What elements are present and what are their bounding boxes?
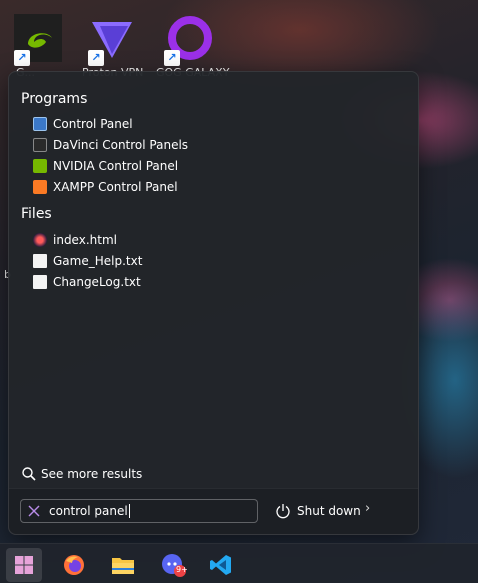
search-icon [22, 467, 36, 481]
search-input[interactable]: control panel [20, 499, 258, 523]
firefox-icon [64, 555, 84, 575]
start-button[interactable] [6, 548, 42, 582]
folder-icon [112, 558, 134, 574]
result-nvidia-control-panel[interactable]: NVIDIA Control Panel [33, 156, 178, 176]
file-explorer-button[interactable] [105, 548, 141, 582]
text-caret [128, 504, 130, 518]
result-label: Game_Help.txt [53, 254, 143, 268]
xampp-icon [33, 180, 47, 194]
control-panel-icon [33, 117, 47, 131]
html-file-icon [33, 233, 47, 247]
vscode-icon [210, 555, 231, 575]
davinci-icon [33, 138, 47, 152]
shutdown-button[interactable]: Shut down [275, 499, 361, 523]
result-label: DaVinci Control Panels [53, 138, 189, 152]
start-menu-search-results: Programs Control Panel DaVinci Control P… [8, 71, 419, 535]
notification-badge: 9+ [176, 565, 188, 574]
result-label: NVIDIA Control Panel [53, 159, 179, 173]
text-file-icon [33, 275, 47, 289]
shortcut-arrow-icon: ↗ [164, 50, 180, 66]
proton-vpn-icon[interactable]: ↗ [88, 14, 136, 66]
see-more-label: See more results [41, 467, 143, 481]
result-control-panel[interactable]: Control Panel [33, 114, 133, 134]
text-file-icon [33, 254, 47, 268]
result-index-html[interactable]: index.html [33, 230, 117, 250]
shutdown-label: Shut down [297, 504, 361, 518]
discord-button[interactable]: 9+ [155, 548, 191, 582]
nvidia-geforce-icon[interactable]: ↗ [14, 14, 62, 66]
programs-heading: Programs [21, 91, 88, 107]
shortcut-arrow-icon: ↗ [14, 50, 30, 66]
firefox-button[interactable] [56, 548, 92, 582]
result-label: ChangeLog.txt [53, 275, 141, 289]
windows-icon [15, 556, 33, 574]
start-menu-footer: control panel Shut down › [9, 488, 418, 534]
result-changelog-txt[interactable]: ChangeLog.txt [33, 272, 141, 292]
result-xampp-control-panel[interactable]: XAMPP Control Panel [33, 177, 178, 197]
power-icon [276, 504, 290, 519]
files-heading: Files [21, 206, 52, 222]
clear-search-icon[interactable] [27, 504, 41, 518]
see-more-results-link[interactable]: See more results [21, 466, 142, 482]
search-value: control panel [49, 504, 128, 518]
result-game-help-txt[interactable]: Game_Help.txt [33, 251, 142, 271]
result-davinci-control-panels[interactable]: DaVinci Control Panels [33, 135, 188, 155]
result-label: XAMPP Control Panel [53, 180, 178, 194]
result-label: index.html [53, 233, 117, 247]
nvidia-icon [33, 159, 47, 173]
taskbar: 9+ [0, 543, 478, 583]
shortcut-arrow-icon: ↗ [88, 50, 104, 66]
chevron-right-icon[interactable]: › [365, 501, 370, 516]
result-label: Control Panel [53, 117, 133, 131]
gog-galaxy-icon[interactable]: ↗ [164, 14, 212, 66]
vscode-button[interactable] [203, 548, 239, 582]
